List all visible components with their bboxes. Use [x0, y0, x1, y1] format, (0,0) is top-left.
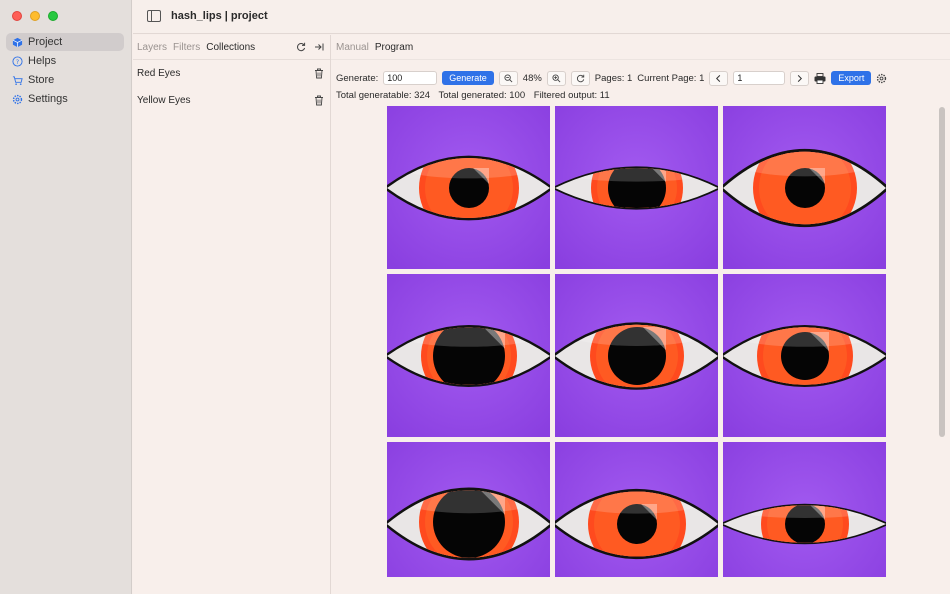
sidebar-item-settings[interactable]: Settings: [6, 90, 124, 108]
refresh-icon: [576, 74, 584, 82]
generation-stats: Total generatable: 324 Total generated: …: [336, 90, 616, 101]
eye-image: [387, 106, 550, 269]
reset-zoom-button[interactable]: [570, 70, 590, 86]
collection-item-red-eyes[interactable]: Red Eyes: [133, 60, 330, 87]
generate-toolbar: Generate: 100 Generate 48% Pages: 1 Curr…: [336, 70, 892, 86]
main-area: Manual Program Generate: 100 Generate 48…: [331, 35, 950, 594]
eye-image: [555, 274, 718, 437]
window-controls: [12, 11, 58, 21]
generated-image-tile[interactable]: [387, 106, 550, 269]
sidebar-item-label: Helps: [28, 55, 57, 67]
minimize-window-button[interactable]: [30, 11, 40, 21]
tab-layers[interactable]: Layers: [137, 42, 167, 53]
zoom-in-icon: [552, 73, 561, 82]
title-bar: hash_lips | project: [133, 0, 950, 34]
gear-icon: [12, 94, 23, 104]
generated-image-tile[interactable]: [387, 274, 550, 437]
zoom-out-button[interactable]: [498, 70, 518, 86]
filtered-output: Filtered output: 11: [533, 90, 610, 101]
print-icon[interactable]: [814, 72, 826, 84]
sidebar-item-label: Settings: [28, 93, 68, 105]
generated-image-tile[interactable]: [723, 106, 886, 269]
close-window-button[interactable]: [12, 11, 22, 21]
grid-scrollbar[interactable]: [939, 107, 945, 437]
tab-filters[interactable]: Filters: [173, 42, 200, 53]
generate-count-input[interactable]: 100: [383, 71, 438, 85]
main-tabs: Manual Program: [331, 35, 950, 60]
cube-icon: [12, 37, 23, 47]
collection-item-yellow-eyes[interactable]: Yellow Eyes: [133, 87, 330, 114]
sidebar-toggle-icon[interactable]: [147, 10, 161, 22]
eye-image: [555, 106, 718, 269]
window-title: hash_lips | project: [171, 10, 268, 22]
pages-count: Pages: 1: [594, 72, 633, 84]
output-grid: [387, 106, 886, 577]
sidebar-item-label: Project: [28, 36, 63, 48]
current-page: Current Page: 1: [637, 72, 705, 84]
zoom-in-button[interactable]: [546, 70, 566, 86]
generated-image-tile[interactable]: [723, 442, 886, 577]
trash-icon[interactable]: [314, 68, 324, 79]
svg-text:?: ?: [16, 57, 19, 65]
zoom-level: 48%: [522, 72, 542, 84]
sidebar-item-helps[interactable]: ? Helps: [6, 52, 124, 70]
generated-image-tile[interactable]: [555, 106, 718, 269]
sidebar: Project ? Helps Store Settings: [0, 0, 132, 594]
export-button[interactable]: Export: [831, 71, 872, 85]
refresh-icon[interactable]: [296, 42, 306, 52]
eye-image: [723, 106, 886, 269]
generated-image-tile[interactable]: [555, 442, 718, 577]
help-icon: ?: [12, 55, 23, 67]
cart-icon: [12, 75, 23, 85]
panel-tabs: Layers Filters Collections: [133, 35, 330, 60]
generate-label: Generate:: [336, 72, 379, 84]
total-generated: Total generated: 100: [438, 90, 526, 101]
zoom-out-icon: [504, 73, 513, 82]
generated-image-tile[interactable]: [387, 442, 550, 577]
zoom-window-button[interactable]: [48, 11, 58, 21]
total-generatable: Total generatable: 324: [336, 90, 431, 101]
next-page-button[interactable]: [790, 70, 810, 86]
page-number-input[interactable]: 1: [733, 71, 786, 85]
collection-name: Red Eyes: [137, 68, 181, 79]
eye-image: [723, 274, 886, 437]
tab-collections[interactable]: Collections: [206, 42, 255, 53]
chevron-left-icon: [716, 74, 721, 82]
chevron-right-icon: [798, 74, 803, 82]
collections-panel: Layers Filters Collections Red Eyes Yell…: [133, 35, 331, 594]
prev-page-button[interactable]: [709, 70, 729, 86]
generated-image-tile[interactable]: [555, 274, 718, 437]
collapse-panel-icon[interactable]: [314, 42, 324, 52]
sidebar-item-label: Store: [28, 74, 55, 86]
generated-image-tile[interactable]: [723, 274, 886, 437]
collection-name: Yellow Eyes: [137, 95, 191, 106]
panel-actions: [296, 42, 324, 52]
eye-image: [387, 442, 550, 577]
tab-program[interactable]: Program: [375, 42, 413, 53]
sidebar-item-project[interactable]: Project: [6, 33, 124, 51]
sidebar-nav: Project ? Helps Store Settings: [6, 33, 124, 109]
eye-image: [387, 274, 550, 437]
sidebar-item-store[interactable]: Store: [6, 71, 124, 89]
tab-manual[interactable]: Manual: [336, 42, 369, 53]
generate-button[interactable]: Generate: [442, 71, 494, 85]
gear-icon[interactable]: [876, 73, 887, 84]
eye-image: [555, 442, 718, 577]
trash-icon[interactable]: [314, 95, 324, 106]
eye-image: [723, 442, 886, 577]
